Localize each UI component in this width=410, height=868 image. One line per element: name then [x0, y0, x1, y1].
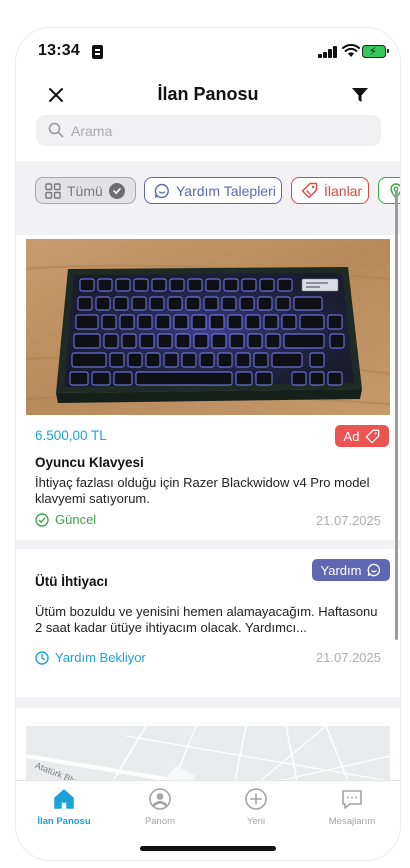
plus-circle-icon: [245, 788, 267, 810]
tab-yeni[interactable]: Yeni: [210, 787, 302, 827]
phone-screen: 13:34 ⚡ İlan Panosu Arama Tümü Yardım Ta…: [16, 28, 400, 860]
tab-mesajlarim[interactable]: Mesajlarım: [306, 787, 398, 827]
tab-label: İlan Panosu: [37, 816, 91, 827]
listing-date: 21.07.2025: [315, 650, 381, 665]
listing-description: Ütüm bozuldu ve yenisini hemen alamayaca…: [35, 604, 378, 635]
tab-label: Yeni: [246, 816, 266, 827]
listing-title: Ütü İhtiyacı: [35, 574, 108, 589]
status-bar: 13:34 ⚡: [16, 42, 400, 64]
search-bar[interactable]: [36, 115, 381, 146]
listing-title: Oyuncu Klavyesi: [35, 455, 144, 470]
tab-panom[interactable]: Panom: [114, 787, 206, 827]
ad-badge: Ad: [335, 425, 389, 447]
home-icon: [54, 789, 74, 809]
chip-all[interactable]: Tümü: [35, 177, 136, 204]
header-area: 13:34 ⚡ İlan Panosu: [16, 28, 400, 161]
feed-card-help[interactable]: Ütü İhtiyacı Yardım Ütüm bozuldu ve yeni…: [16, 549, 400, 697]
grid-icon: [45, 182, 61, 199]
listing-description: İhtiyaç fazlası olduğu için Razer Blackw…: [35, 475, 370, 506]
chip-all-label: Tümü: [67, 182, 103, 199]
location-icon: [390, 182, 400, 199]
page-title: İlan Panosu: [157, 84, 259, 104]
id-card-icon: [92, 45, 103, 59]
tag-icon: [366, 429, 380, 443]
check-icon: [108, 182, 125, 199]
home-indicator: [140, 846, 276, 851]
chat-bubble-icon: [154, 183, 169, 198]
keyboard-photo: [26, 239, 390, 415]
ad-badge-label: Ad: [343, 428, 360, 444]
cellular-signal-icon: [318, 46, 338, 58]
feed-card-ad[interactable]: 6.500,00 TL Ad Oyuncu Klavyesi İhtiyaç f…: [16, 235, 400, 540]
status-label: Yardım Bekliyor: [55, 650, 146, 665]
clock-icon: [35, 650, 49, 665]
help-badge-label: Yardım: [320, 562, 362, 578]
search-input[interactable]: [71, 115, 371, 146]
chip-help-requests[interactable]: Yardım Talepleri: [144, 177, 282, 204]
chip-ads-label: İlanlar: [324, 182, 363, 199]
listing-date: 21.07.2025: [315, 513, 381, 528]
status-waiting: Yardım Bekliyor: [35, 650, 146, 665]
tab-ilan-panosu[interactable]: İlan Panosu: [18, 787, 110, 827]
status-label: Güncel: [55, 512, 97, 527]
scrollbar[interactable]: [395, 190, 398, 640]
price-label: 6.500,00 TL: [35, 428, 107, 443]
profile-icon: [149, 788, 171, 810]
tag-icon: [301, 182, 318, 199]
chip-help-label: Yardım Talepleri: [176, 182, 276, 199]
wifi-icon: [342, 44, 360, 57]
filter-chips: Tümü Yardım Talepleri İlanlar: [16, 173, 400, 225]
message-icon: [342, 790, 362, 809]
tab-label: Mesajlarım: [328, 816, 376, 827]
tab-label: Panom: [144, 816, 176, 827]
status-time: 13:34: [38, 42, 80, 59]
status-current: Güncel: [35, 512, 96, 527]
chat-bubble-icon: [368, 563, 381, 577]
help-badge: Yardım: [312, 559, 390, 581]
search-icon: [48, 122, 64, 138]
check-circle-icon: [35, 512, 49, 527]
battery-icon: ⚡: [362, 45, 389, 58]
filter-icon[interactable]: [351, 86, 369, 104]
chip-ads[interactable]: İlanlar: [291, 177, 369, 204]
